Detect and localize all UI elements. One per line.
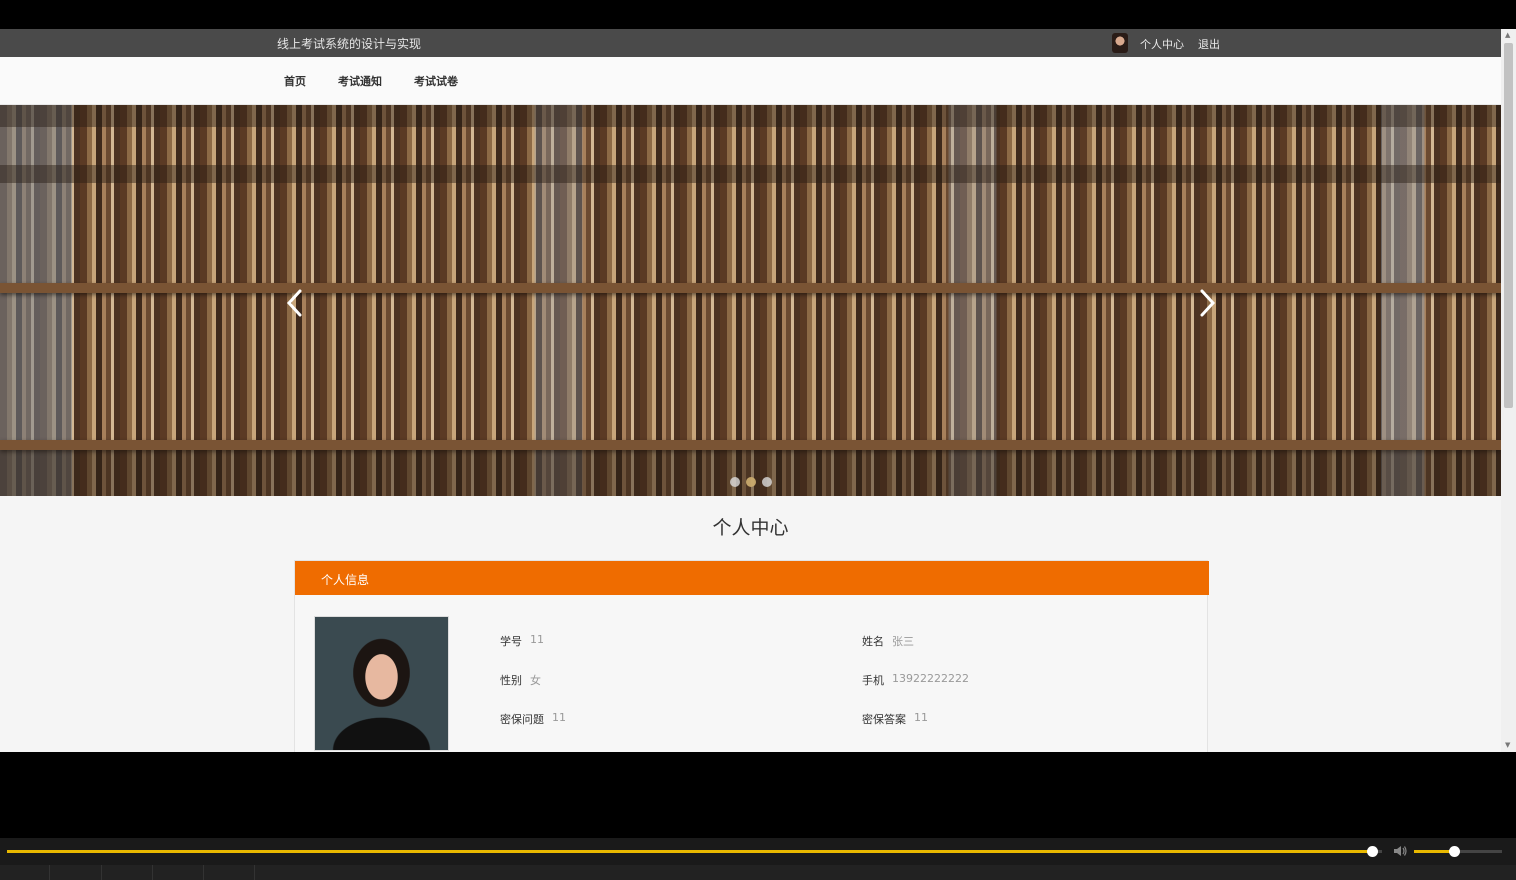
name-label: 姓名 (862, 635, 884, 648)
video-player-controls (0, 838, 1516, 880)
player-bottom-strip (0, 865, 1516, 880)
volume-slider[interactable] (1414, 846, 1502, 857)
progress-fill (7, 850, 1373, 853)
banner-top-band (0, 105, 1501, 127)
student-id-label: 学号 (500, 635, 522, 648)
security-answer-value: 11 (914, 711, 928, 724)
page-title: 个人中心 (712, 517, 789, 539)
carousel-prev-button[interactable] (280, 285, 310, 321)
logout-link[interactable]: 退出 (1198, 36, 1220, 52)
carousel-dot-1[interactable] (730, 477, 740, 487)
banner-shelf (0, 283, 1501, 293)
carousel-next-button[interactable] (1192, 285, 1222, 321)
security-answer-label: 密保答案 (862, 713, 906, 726)
profile-panel: 个人信息 学号 11 姓名 张三 性别 女 手机 13922222222 密保问… (294, 560, 1209, 752)
banner-carousel[interactable] (0, 105, 1501, 496)
chevron-left-icon (286, 289, 302, 317)
carousel-dot-2[interactable] (746, 477, 756, 487)
name-value: 张三 (892, 635, 914, 648)
volume-icon[interactable] (1392, 843, 1408, 859)
scrollbar-thumb[interactable] (1504, 43, 1513, 408)
volume-knob[interactable] (1448, 846, 1460, 857)
browser-viewport: 线上考试系统的设计与实现 个人中心 退出 首页 考试通知 考试试卷 个人中心 个… (0, 29, 1516, 752)
carousel-dot-3[interactable] (762, 477, 772, 487)
phone-label: 手机 (862, 674, 884, 687)
player-segment (0, 865, 50, 880)
site-title: 线上考试系统的设计与实现 (277, 37, 422, 51)
progress-knob[interactable] (1367, 846, 1379, 857)
scroll-up-icon[interactable]: ▲ (1505, 31, 1510, 39)
nav-item-exam-notice[interactable]: 考试通知 (338, 73, 382, 89)
user-center-link[interactable]: 个人中心 (1140, 36, 1184, 52)
security-question-value: 11 (552, 711, 566, 724)
page-scrollbar[interactable]: ▲ ▼ (1501, 29, 1516, 752)
scroll-down-icon[interactable]: ▼ (1505, 741, 1510, 749)
player-segment (50, 865, 102, 880)
user-avatar[interactable] (1112, 33, 1128, 53)
security-question-label: 密保问题 (500, 713, 544, 726)
nav-item-home[interactable]: 首页 (284, 73, 306, 89)
gender-value: 女 (530, 674, 541, 687)
banner-bottom-band (0, 450, 1501, 496)
phone-value: 13922222222 (892, 672, 969, 685)
player-segment (153, 865, 204, 880)
chevron-right-icon (1200, 289, 1216, 317)
progress-bar[interactable] (7, 846, 1382, 857)
volume-fill (1414, 850, 1454, 853)
banner-shelf (0, 440, 1501, 450)
profile-panel-title: 个人信息 (321, 573, 370, 587)
profile-photo (314, 616, 449, 751)
screen: 线上考试系统的设计与实现 个人中心 退出 首页 考试通知 考试试卷 个人中心 个… (0, 0, 1516, 880)
profile-panel-header: 个人信息 (295, 561, 1209, 595)
top-bar: 线上考试系统的设计与实现 个人中心 退出 (0, 29, 1501, 57)
student-id-value: 11 (530, 633, 544, 646)
nav-item-exam-papers[interactable]: 考试试卷 (414, 73, 458, 89)
gender-label: 性别 (500, 674, 522, 687)
player-segment (204, 865, 255, 880)
banner-shadow-band (0, 165, 1501, 183)
player-segment (102, 865, 153, 880)
main-nav: 首页 考试通知 考试试卷 (0, 57, 1501, 105)
